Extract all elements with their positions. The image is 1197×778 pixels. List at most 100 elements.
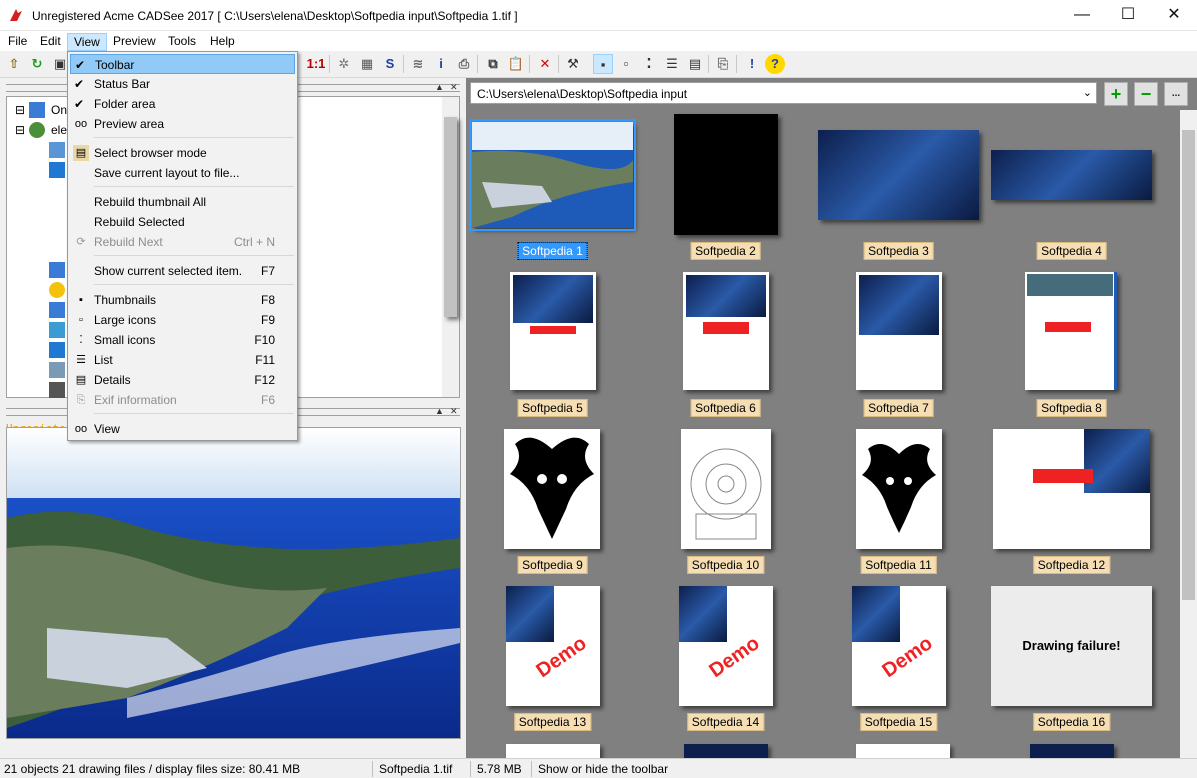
menu-item-preview-area[interactable]: oo Preview area bbox=[70, 114, 295, 134]
list-view-icon[interactable]: ☰ bbox=[662, 54, 682, 74]
thumbnail-item[interactable]: Softpedia 12 bbox=[985, 424, 1158, 581]
help-icon[interactable]: ? bbox=[765, 54, 785, 74]
menu-item-rebuild-next[interactable]: ⟳ Rebuild Next Ctrl + N bbox=[70, 232, 295, 252]
batch-icon[interactable]: ✲ bbox=[334, 54, 354, 74]
thumbnail-image bbox=[818, 130, 979, 220]
preview-pane-close-icon[interactable]: ✕ bbox=[450, 406, 458, 417]
thumbnail-item[interactable]: Softpedia 11 bbox=[812, 424, 985, 581]
menu-item-view[interactable]: oo View bbox=[70, 419, 295, 439]
browser-scroll-thumb[interactable] bbox=[1182, 130, 1195, 600]
paste-icon[interactable]: 📋 bbox=[506, 54, 526, 74]
tree-expander-icon[interactable]: ⊟ bbox=[15, 123, 25, 137]
tree-node-onedrive[interactable]: On bbox=[51, 103, 67, 117]
print-icon[interactable]: ⎙ bbox=[454, 54, 474, 74]
music-icon bbox=[49, 322, 65, 338]
thumbnail-item[interactable]: Softpedia 5 bbox=[466, 267, 639, 424]
thumbnail-item[interactable]: Softpedia 9 bbox=[466, 424, 639, 581]
chevron-down-icon[interactable]: ⌄ bbox=[1083, 86, 1092, 99]
thumbnail-caption: Softpedia 13 bbox=[513, 713, 592, 731]
folder-pane-close-icon[interactable]: ✕ bbox=[450, 82, 458, 93]
list-view-icon: ☰ bbox=[76, 354, 86, 366]
exif-icon: ⎘ bbox=[76, 394, 86, 406]
menu-edit[interactable]: Edit bbox=[34, 33, 67, 51]
menu-help[interactable]: Help bbox=[204, 33, 241, 51]
path-combobox[interactable]: C:\Users\elena\Desktop\Softpedia input ⌄ bbox=[470, 82, 1097, 104]
links-icon bbox=[49, 302, 65, 318]
small-icons-view-icon[interactable]: ⁚ bbox=[639, 54, 659, 74]
register-icon[interactable]: ! bbox=[742, 54, 762, 74]
computer-icon bbox=[29, 102, 45, 118]
thumbnail-item[interactable]: Demo Softpedia 14 bbox=[639, 581, 812, 738]
details-view-icon[interactable]: ▤ bbox=[685, 54, 705, 74]
drawing-failure-text: Drawing failure! bbox=[1022, 638, 1121, 653]
menu-item-large-icons[interactable]: ▫ Large icons F9 bbox=[70, 310, 295, 330]
thumbnail-image bbox=[681, 429, 771, 549]
menu-item-save-layout[interactable]: Save current layout to file... bbox=[70, 163, 295, 183]
zoom-out-button[interactable]: − bbox=[1134, 82, 1158, 106]
thumbnail-item[interactable]: Softpedia 1 bbox=[466, 110, 639, 267]
menu-item-rebuild-selected[interactable]: Rebuild Selected bbox=[70, 212, 295, 232]
menu-item-folder-area[interactable]: ✔ Folder area bbox=[70, 94, 295, 114]
menu-item-toolbar[interactable]: ✔ Toolbar bbox=[70, 54, 295, 74]
thumbnail-item[interactable]: Softpedia 3 bbox=[812, 110, 985, 267]
menu-tools[interactable]: Tools bbox=[162, 33, 202, 51]
up-folder-icon[interactable]: ⇧ bbox=[4, 54, 24, 74]
menu-item-status-bar[interactable]: ✔ Status Bar bbox=[70, 74, 295, 94]
more-options-button[interactable]: ... bbox=[1164, 82, 1188, 106]
folder-pane-pin-icon[interactable]: ▲ bbox=[435, 82, 444, 92]
preview-area[interactable] bbox=[6, 427, 461, 739]
slideshow-icon[interactable]: S bbox=[380, 54, 400, 74]
user-icon bbox=[29, 122, 45, 138]
check-icon: ✔ bbox=[75, 58, 86, 72]
minimize-button[interactable]: — bbox=[1059, 0, 1105, 31]
menu-item-rebuild-all[interactable]: Rebuild thumbnail All bbox=[70, 192, 295, 212]
close-button[interactable]: ✕ bbox=[1151, 0, 1197, 31]
exif-icon[interactable]: ⎘ bbox=[713, 54, 733, 74]
menu-item-thumbnails[interactable]: ▪ Thumbnails F8 bbox=[70, 290, 295, 310]
thumbnail-image bbox=[1030, 744, 1114, 758]
thumbnails-view-icon[interactable]: ▪ bbox=[593, 54, 613, 74]
tree-scroll-thumb[interactable] bbox=[444, 117, 457, 317]
thumbnail-item[interactable]: Softpedia 7 bbox=[812, 267, 985, 424]
preview-pane-pin-icon[interactable]: ▲ bbox=[435, 406, 444, 416]
copy-icon[interactable]: ⧉ bbox=[483, 54, 503, 74]
menu-preview[interactable]: Preview bbox=[107, 33, 162, 51]
thumbnail-item[interactable]: Softpedia 4 bbox=[985, 110, 1158, 267]
thumbnail-item[interactable]: Demo Softpedia 15 bbox=[812, 581, 985, 738]
menu-file[interactable]: File bbox=[2, 33, 33, 51]
thumbnail-item[interactable]: Demo Softpedia 13 bbox=[466, 581, 639, 738]
refresh-icon[interactable]: ↻ bbox=[27, 54, 47, 74]
thumbnail-caption: Softpedia 9 bbox=[517, 556, 588, 574]
tree-expander-icon[interactable]: ⊟ bbox=[15, 103, 25, 117]
tree-scrollbar[interactable] bbox=[442, 97, 459, 397]
thumbnail-image bbox=[506, 744, 600, 758]
menu-view[interactable]: View bbox=[67, 33, 107, 51]
thumbnail-image bbox=[674, 114, 778, 235]
delete-icon[interactable]: ✕ bbox=[535, 54, 555, 74]
browser-scrollbar[interactable] bbox=[1180, 110, 1197, 758]
thumbnail-item[interactable]: Drawing failure! Softpedia 16 bbox=[985, 581, 1158, 738]
menu-bar: File Edit View Preview Tools Help bbox=[0, 31, 1197, 51]
thumbnail-item[interactable]: Softpedia 10 bbox=[639, 424, 812, 581]
info-icon[interactable]: i bbox=[431, 54, 451, 74]
thumbnail-item[interactable]: Softpedia 2 bbox=[639, 110, 812, 267]
tools-icon[interactable]: ⚒ bbox=[563, 54, 583, 74]
thumbnails-view-icon: ▪ bbox=[79, 294, 83, 306]
menu-item-list[interactable]: ☰ List F11 bbox=[70, 350, 295, 370]
large-icons-view-icon[interactable]: ▫ bbox=[616, 54, 636, 74]
actual-size-icon[interactable]: 1:1 bbox=[306, 54, 326, 74]
menu-item-show-current[interactable]: Show current selected item. F7 bbox=[70, 261, 295, 281]
menu-item-exif[interactable]: ⎘ Exif information F6 bbox=[70, 390, 295, 410]
menu-item-small-icons[interactable]: ⁚ Small icons F10 bbox=[70, 330, 295, 350]
grid-icon[interactable]: ▦ bbox=[357, 54, 377, 74]
thumbnail-item[interactable]: Softpedia 6 bbox=[639, 267, 812, 424]
thumbnail-caption: Softpedia 5 bbox=[517, 399, 588, 417]
tree-node-user[interactable]: ele bbox=[51, 123, 67, 137]
menu-item-browser-mode[interactable]: ▤ Select browser mode bbox=[70, 143, 295, 163]
maximize-button[interactable]: ☐ bbox=[1105, 0, 1151, 31]
thumbnail-image: Demo bbox=[852, 586, 946, 706]
zoom-in-button[interactable]: + bbox=[1104, 82, 1128, 106]
thumbnail-item[interactable]: Softpedia 8 bbox=[985, 267, 1158, 424]
layers-icon[interactable]: ≋ bbox=[408, 54, 428, 74]
menu-item-details[interactable]: ▤ Details F12 bbox=[70, 370, 295, 390]
